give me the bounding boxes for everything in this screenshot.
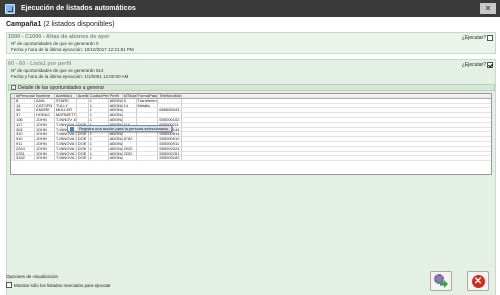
table-cell [136,156,159,162]
context-menu: Registra una acción para la persona sele… [67,125,172,132]
app-icon [5,3,15,14]
col-header[interactable]: TelefonoMovil [158,94,183,98]
table-cell [122,156,137,162]
only-marked-label: Mostrar sólo los listados marcados para … [14,282,111,288]
close-button[interactable]: ✕ [480,3,496,14]
col-filler [182,94,491,98]
cancel-button[interactable]: ✕ [467,271,489,291]
execute-label: ¿Ejecutar? [461,35,486,41]
listing-title: 1000 - C1000 - Altas de abonos de ayer [8,34,110,40]
col-header[interactable]: Perfil [108,94,123,98]
only-marked-checkbox[interactable] [6,282,12,288]
display-options-label: Opciones de visualización [6,274,59,279]
campaign-count: (2 listados disponibles) [43,21,115,28]
table-cell: 3182 [14,156,35,162]
title-bar: Ejecución de listados automáticos ✕ [0,0,500,17]
listing-title: 60 - 60 - Lista1 por perfil [8,61,72,67]
col-header[interactable]: Nombre [34,94,55,98]
close-icon: ✕ [471,274,485,288]
only-marked-option[interactable]: Mostrar sólo los listados marcados para … [6,282,111,288]
table-cell: 555003182 [158,156,183,162]
col-header[interactable]: Apellido1 [54,94,77,98]
opportunities-count: Nº de oportunidades de que se generarán … [11,41,99,46]
last-execution: Fecha y hora de la última ejecución: 1/1… [11,74,129,79]
execute-checkbox[interactable] [487,35,493,41]
execute-label: ¿Ejecutar? [461,62,486,68]
execute-toggle[interactable]: ¿Ejecutar? [462,35,493,41]
execute-toggle[interactable]: ¿Ejecutar? [462,62,493,68]
table-row[interactable]: 3182JOHNT-INNOVA 3182DOE1ABONAT 555003182 [11,156,491,162]
collapse-icon[interactable]: - [11,85,16,90]
context-menu-item[interactable]: Registra una acción para la persona sele… [77,126,170,131]
table-cell: JOHN [34,156,55,162]
last-execution: Fecha y hora de la última ejecución: 10/… [11,47,134,52]
col-header[interactable]: Apellido2 [76,94,89,98]
campaign-name: Campaña1 [6,21,42,28]
table-cell: DOE [76,156,89,162]
details-label: Detalle de las oportunidades a generar [18,84,105,91]
table-cell: 1 [88,156,109,162]
col-header[interactable]: FormaPago [136,94,159,98]
col-header[interactable]: IdTitular [122,94,137,98]
row-filler [182,156,491,162]
table-cell: ABONAT [108,156,123,162]
campaign-header: Campaña1 (2 listados disponibles) [6,21,115,28]
opportunities-count: Nº de oportunidades de que se generarán … [11,68,104,73]
listing-section-60[interactable]: 60 - 60 - Lista1 por perfil Nº de oportu… [6,59,496,295]
action-icon [70,126,74,131]
details-expander[interactable]: - Detalle de las oportunidades a generar [8,84,495,91]
col-header[interactable]: CodigoPerfil [88,94,109,98]
window-title: Ejecución de listados automáticos [21,5,136,12]
gear-run-icon [434,274,448,288]
opportunities-table[interactable]: IdPersona Nombre Apellido1 Apellido2 Cod… [10,93,492,175]
table-cell: T-INNOVA 3182 [54,156,77,162]
execute-checkbox[interactable] [487,62,493,68]
execute-button[interactable] [430,271,452,291]
col-header[interactable]: IdPersona [14,94,35,98]
listing-section-1000[interactable]: 1000 - C1000 - Altas de abonos de ayer N… [6,32,496,54]
